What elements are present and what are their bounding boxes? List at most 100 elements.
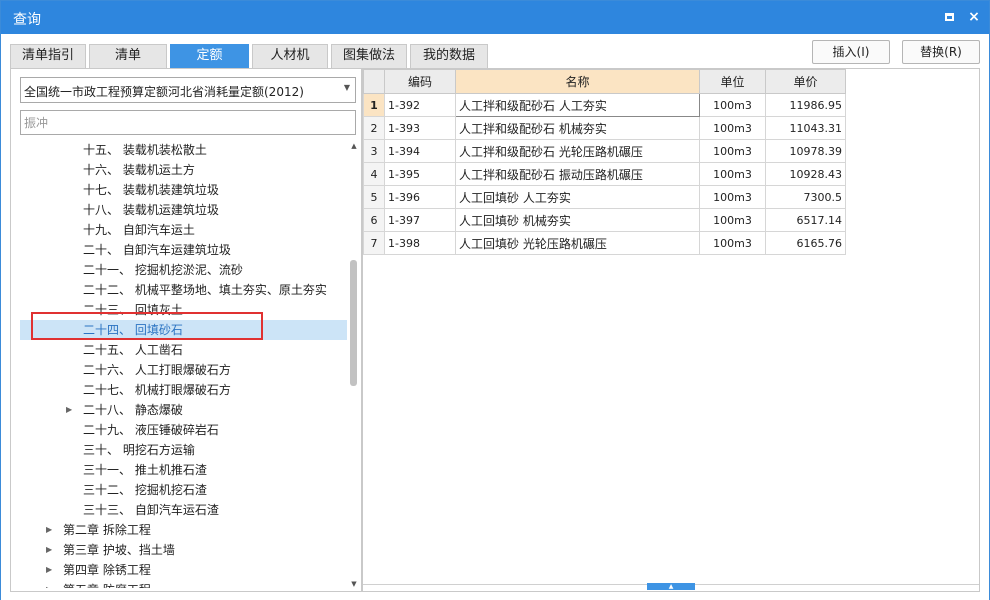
scroll-down-icon[interactable]: ▼ <box>348 578 360 590</box>
expand-arrow-icon[interactable]: ▶ <box>46 520 52 540</box>
tree-scrollbar[interactable]: ▲ ▼ <box>348 140 360 590</box>
row-number[interactable]: 4 <box>363 162 385 186</box>
tree-item[interactable]: 十八、 装载机运建筑垃圾 <box>20 200 347 220</box>
cell-code[interactable]: 1-393 <box>384 116 456 140</box>
tree-item[interactable]: ▶ 第二章 拆除工程 <box>20 520 347 540</box>
tree-item-label: 第四章 除锈工程 <box>63 563 151 577</box>
cell-code[interactable]: 1-396 <box>384 185 456 209</box>
cell-code[interactable]: 1-392 <box>384 93 456 117</box>
row-number[interactable]: 1 <box>363 93 385 117</box>
table-row[interactable]: 1 1-392 人工拌和级配砂石 人工夯实 100m3 11986.95 <box>363 93 846 117</box>
tree-item[interactable]: 二十二、 机械平整场地、填土夯实、原土夯实 <box>20 280 347 300</box>
tree-item[interactable]: 二十一、 挖掘机挖淤泥、流砂 <box>20 260 347 280</box>
cell-unit[interactable]: 100m3 <box>699 162 766 186</box>
cell-name[interactable]: 人工回填砂 人工夯实 <box>455 185 700 209</box>
expand-arrow-icon[interactable]: ▶ <box>46 580 52 588</box>
cell-name[interactable]: 人工回填砂 光轮压路机碾压 <box>455 231 700 255</box>
tree-item[interactable]: 二十七、 机械打眼爆破石方 <box>20 380 347 400</box>
cell-price[interactable]: 11986.95 <box>765 93 846 117</box>
table-row[interactable]: 5 1-396 人工回填砂 人工夯实 100m3 7300.5 <box>363 185 846 209</box>
tree-item[interactable]: 三十、 明挖石方运输 <box>20 440 347 460</box>
row-number[interactable]: 7 <box>363 231 385 255</box>
expand-arrow-icon[interactable]: ▶ <box>46 540 52 560</box>
quota-library-select[interactable]: 全国统一市政工程预算定额河北省消耗量定额(2012) ▼ <box>20 77 356 103</box>
table-row[interactable]: 6 1-397 人工回填砂 机械夯实 100m3 6517.14 <box>363 208 846 232</box>
tree-item-label: 二十二、 机械平整场地、填土夯实、原土夯实 <box>83 283 327 297</box>
column-header-name[interactable]: 名称 <box>455 69 700 94</box>
tree-item-label: 二十五、 人工凿石 <box>83 343 183 357</box>
tree-item[interactable]: ▶ 第五章 防腐工程 <box>20 580 347 588</box>
close-icon[interactable]: × <box>967 10 981 24</box>
cell-price[interactable]: 6165.76 <box>765 231 846 255</box>
cell-name[interactable]: 人工回填砂 机械夯实 <box>455 208 700 232</box>
cell-price[interactable]: 11043.31 <box>765 116 846 140</box>
cell-price[interactable]: 7300.5 <box>765 185 846 209</box>
insert-button[interactable]: 插入(I) <box>812 40 890 64</box>
splitter-grip-icon[interactable]: ▲ <box>647 583 695 590</box>
tree-item[interactable]: 二十六、 人工打眼爆破石方 <box>20 360 347 380</box>
search-input[interactable] <box>20 110 356 135</box>
cell-price[interactable]: 10978.39 <box>765 139 846 163</box>
tree-item[interactable]: 十七、 装载机装建筑垃圾 <box>20 180 347 200</box>
cell-unit[interactable]: 100m3 <box>699 139 766 163</box>
tab-atlas[interactable]: 图集做法 <box>331 44 407 68</box>
cell-unit[interactable]: 100m3 <box>699 231 766 255</box>
cell-name[interactable]: 人工拌和级配砂石 振动压路机碾压 <box>455 162 700 186</box>
column-header-unit[interactable]: 单位 <box>699 69 766 94</box>
tree-item[interactable]: 二十五、 人工凿石 <box>20 340 347 360</box>
tree-item[interactable]: 十九、 自卸汽车运土 <box>20 220 347 240</box>
tab-bill-guide[interactable]: 清单指引 <box>10 44 86 68</box>
left-panel: 全国统一市政工程预算定额河北省消耗量定额(2012) ▼ 十五、 装载机装松散土… <box>10 68 362 592</box>
tree-item[interactable]: 二十三、 回填灰土 <box>20 300 347 320</box>
restore-icon[interactable] <box>943 10 957 24</box>
tree-item[interactable]: 二十四、 回填砂石 <box>20 320 347 340</box>
replace-button[interactable]: 替换(R) <box>902 40 980 64</box>
quota-library-value: 全国统一市政工程预算定额河北省消耗量定额(2012) <box>24 85 304 99</box>
tab-bill[interactable]: 清单 <box>89 44 167 68</box>
table-row[interactable]: 7 1-398 人工回填砂 光轮压路机碾压 100m3 6165.76 <box>363 231 846 255</box>
tree-item[interactable]: ▶ 第四章 除锈工程 <box>20 560 347 580</box>
cell-name[interactable]: 人工拌和级配砂石 人工夯实 <box>455 93 700 117</box>
tree-item[interactable]: 三十三、 自卸汽车运石渣 <box>20 500 347 520</box>
tree-item[interactable]: 二十、 自卸汽车运建筑垃圾 <box>20 240 347 260</box>
window-title: 查询 <box>13 12 41 28</box>
tree-item[interactable]: ▶ 二十八、 静态爆破 <box>20 400 347 420</box>
tab-labor-material[interactable]: 人材机 <box>252 44 328 68</box>
tab-quota[interactable]: 定额 <box>170 44 249 68</box>
cell-code[interactable]: 1-398 <box>384 231 456 255</box>
cell-price[interactable]: 6517.14 <box>765 208 846 232</box>
cell-price[interactable]: 10928.43 <box>765 162 846 186</box>
expand-arrow-icon[interactable]: ▶ <box>46 560 52 580</box>
cell-code[interactable]: 1-394 <box>384 139 456 163</box>
cell-code[interactable]: 1-397 <box>384 208 456 232</box>
tree-item[interactable]: ▶ 第三章 护坡、挡土墙 <box>20 540 347 560</box>
cell-code[interactable]: 1-395 <box>384 162 456 186</box>
row-number[interactable]: 2 <box>363 116 385 140</box>
table-row[interactable]: 3 1-394 人工拌和级配砂石 光轮压路机碾压 100m3 10978.39 <box>363 139 846 163</box>
cell-name[interactable]: 人工拌和级配砂石 光轮压路机碾压 <box>455 139 700 163</box>
table-row[interactable]: 4 1-395 人工拌和级配砂石 振动压路机碾压 100m3 10928.43 <box>363 162 846 186</box>
scroll-thumb[interactable] <box>350 260 357 386</box>
tree-item[interactable]: 三十二、 挖掘机挖石渣 <box>20 480 347 500</box>
tab-my-data[interactable]: 我的数据 <box>410 44 488 68</box>
row-number[interactable]: 6 <box>363 208 385 232</box>
scroll-up-icon[interactable]: ▲ <box>348 140 360 152</box>
column-header-price[interactable]: 单价 <box>765 69 846 94</box>
table-row[interactable]: 2 1-393 人工拌和级配砂石 机械夯实 100m3 11043.31 <box>363 116 846 140</box>
cell-unit[interactable]: 100m3 <box>699 185 766 209</box>
tree-item[interactable]: 十五、 装载机装松散土 <box>20 140 347 160</box>
column-header-code[interactable]: 编码 <box>384 69 456 94</box>
tree-item-label: 十九、 自卸汽车运土 <box>83 223 195 237</box>
tree-item[interactable]: 三十一、 推土机推石渣 <box>20 460 347 480</box>
row-number[interactable]: 3 <box>363 139 385 163</box>
cell-unit[interactable]: 100m3 <box>699 116 766 140</box>
cell-name[interactable]: 人工拌和级配砂石 机械夯实 <box>455 116 700 140</box>
row-number[interactable]: 5 <box>363 185 385 209</box>
cell-unit[interactable]: 100m3 <box>699 93 766 117</box>
tree-item[interactable]: 十六、 装载机运土方 <box>20 160 347 180</box>
title-bar[interactable]: 查询 × <box>1 1 989 34</box>
tree-item[interactable]: 二十九、 液压锤破碎岩石 <box>20 420 347 440</box>
expand-arrow-icon[interactable]: ▶ <box>66 400 72 420</box>
cell-unit[interactable]: 100m3 <box>699 208 766 232</box>
grid-horizontal-scrollbar[interactable]: ▲ <box>363 583 979 590</box>
